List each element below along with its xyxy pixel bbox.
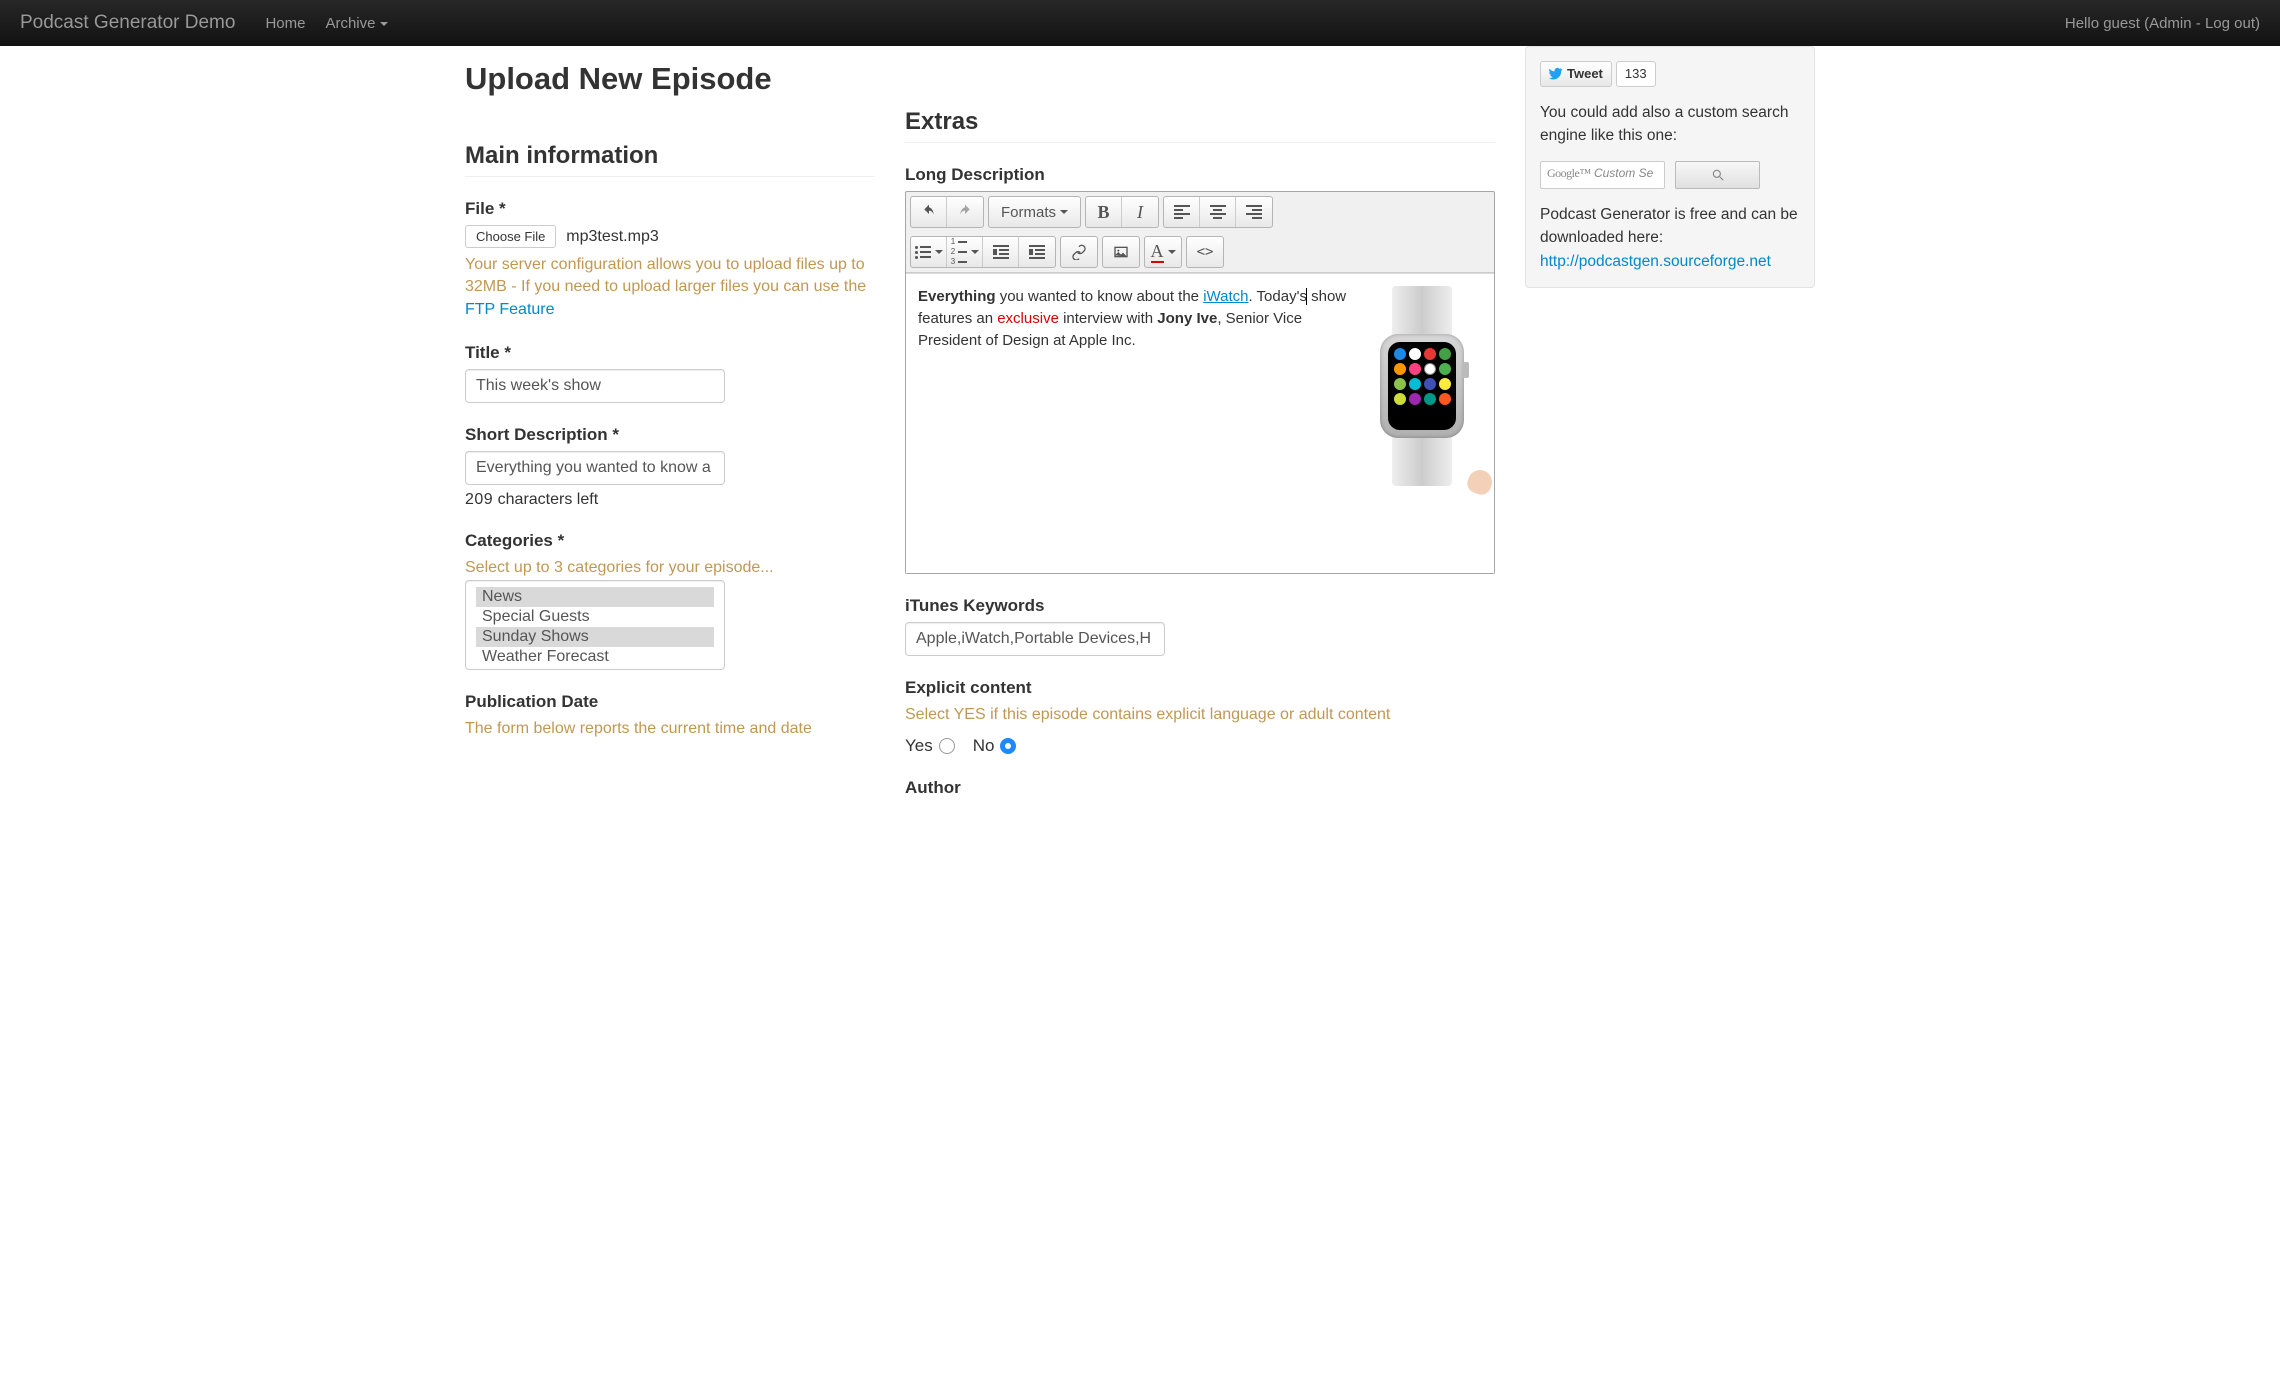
editor-content[interactable]: Everything you wanted to know about the …: [906, 273, 1494, 573]
main-info-heading: Main information: [465, 142, 875, 177]
explicit-no-radio[interactable]: [1000, 738, 1016, 754]
bold-button[interactable]: B: [1086, 197, 1122, 227]
explicit-yes-radio[interactable]: [939, 738, 955, 754]
long-desc-label: Long Description: [905, 165, 1495, 185]
editor-inline-image: [1362, 286, 1482, 561]
search-button[interactable]: [1675, 161, 1760, 189]
categories-select[interactable]: NewsSpecial GuestsSunday ShowsWeather Fo…: [465, 580, 725, 670]
download-link[interactable]: http://podcastgen.sourceforge.net: [1540, 253, 1771, 270]
chevron-down-icon: [971, 250, 979, 254]
category-option[interactable]: News: [476, 587, 714, 607]
file-upload-hint: Your server configuration allows you to …: [465, 254, 875, 321]
numbered-list-button[interactable]: 123: [947, 237, 983, 267]
pubdate-label: Publication Date: [465, 692, 875, 712]
sidebar-text-1: You could add also a custom search engin…: [1540, 101, 1800, 148]
choose-file-button[interactable]: Choose File: [465, 225, 556, 248]
chevron-down-icon: [380, 22, 388, 26]
editor-toolbar: Formats B I 123: [906, 192, 1494, 273]
navbar-right: Hello guest (Admin - Log out): [2065, 15, 2260, 32]
category-option[interactable]: Weather Forecast: [476, 647, 714, 667]
explicit-hint: Select YES if this episode contains expl…: [905, 704, 1495, 726]
category-option[interactable]: Sunday Shows: [476, 627, 714, 647]
explicit-label: Explicit content: [905, 678, 1495, 698]
source-code-button[interactable]: <>: [1187, 237, 1223, 267]
tweet-button[interactable]: Tweet: [1540, 61, 1612, 87]
chars-left: 209 characters left: [465, 491, 875, 509]
chevron-down-icon: [1060, 210, 1068, 214]
author-label: Author: [905, 778, 1495, 798]
nav-admin[interactable]: Admin: [2149, 15, 2192, 32]
categories-hint: Select up to 3 categories for your episo…: [465, 557, 875, 579]
nav-logout[interactable]: Log out: [2205, 15, 2255, 32]
align-right-button[interactable]: [1236, 197, 1272, 227]
chosen-file-name: mp3test.mp3: [566, 228, 658, 246]
category-option[interactable]: Special Guests: [476, 607, 714, 627]
twitter-icon: [1549, 67, 1563, 81]
brand-link[interactable]: Podcast Generator Demo: [20, 12, 235, 34]
formats-dropdown[interactable]: Formats: [989, 197, 1080, 227]
outdent-button[interactable]: [983, 237, 1019, 267]
indent-button[interactable]: [1019, 237, 1055, 267]
text-color-button[interactable]: A: [1145, 237, 1181, 267]
categories-label: Categories *: [465, 531, 875, 551]
itunes-keywords-input[interactable]: [905, 622, 1165, 656]
nav-home[interactable]: Home: [265, 15, 305, 32]
search-icon: [1711, 168, 1725, 182]
align-left-button[interactable]: [1164, 197, 1200, 227]
file-label: File *: [465, 199, 875, 219]
image-button[interactable]: [1103, 237, 1139, 267]
iwatch-link[interactable]: iWatch: [1203, 288, 1248, 305]
short-desc-label: Short Description *: [465, 425, 875, 445]
chevron-down-icon: [1168, 250, 1176, 254]
title-input[interactable]: [465, 369, 725, 403]
itunes-keywords-label: iTunes Keywords: [905, 596, 1495, 616]
bullet-list-button[interactable]: [911, 237, 947, 267]
navbar: Podcast Generator Demo Home Archive Hell…: [0, 0, 2280, 46]
short-desc-input[interactable]: [465, 451, 725, 485]
align-center-button[interactable]: [1200, 197, 1236, 227]
chevron-down-icon: [935, 250, 943, 254]
pubdate-hint: The form below reports the current time …: [465, 718, 875, 740]
sidebar-text-2: Podcast Generator is free and can be dow…: [1540, 203, 1800, 250]
redo-button[interactable]: [947, 197, 983, 227]
title-label: Title *: [465, 343, 875, 363]
link-button[interactable]: [1061, 237, 1097, 267]
explicit-no-label: No: [973, 736, 995, 756]
sidebar: Tweet 133 You could add also a custom se…: [1525, 46, 1815, 288]
custom-search-input[interactable]: Google™ Custom Se: [1540, 161, 1665, 189]
undo-button[interactable]: [911, 197, 947, 227]
rich-text-editor: Formats B I 123: [905, 191, 1495, 574]
extras-heading: Extras: [905, 108, 1495, 143]
nav-archive[interactable]: Archive: [325, 15, 387, 32]
page-title: Upload New Episode: [465, 61, 875, 97]
ftp-feature-link[interactable]: FTP Feature: [465, 301, 555, 318]
explicit-yes-label: Yes: [905, 736, 933, 756]
tweet-count: 133: [1616, 61, 1656, 87]
italic-button[interactable]: I: [1122, 197, 1158, 227]
